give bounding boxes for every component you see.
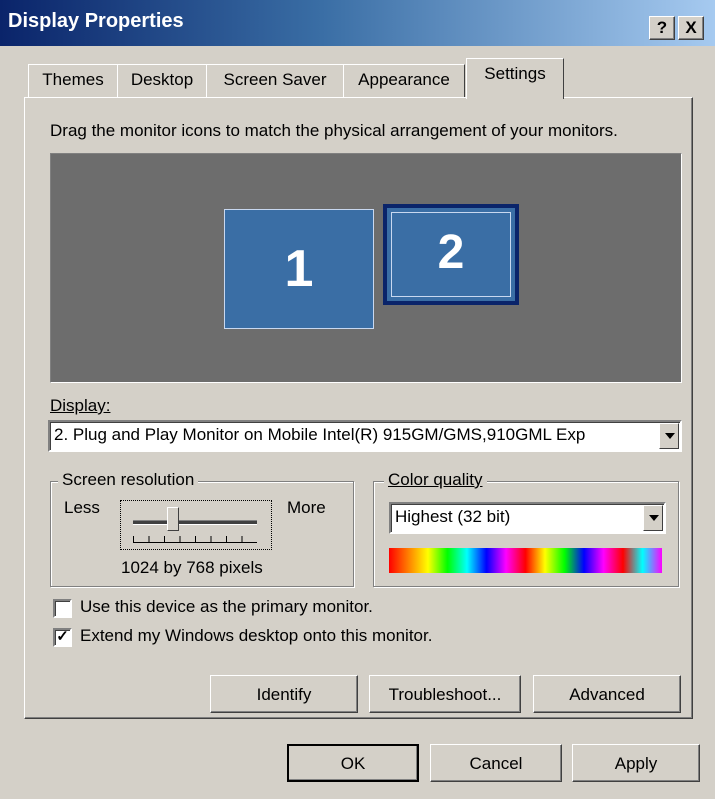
- troubleshoot-button[interactable]: Troubleshoot...: [369, 675, 521, 713]
- apply-button[interactable]: Apply: [572, 744, 700, 782]
- monitor-arrangement-area[interactable]: 1 2: [50, 153, 682, 383]
- display-select[interactable]: 2. Plug and Play Monitor on Mobile Intel…: [48, 420, 682, 452]
- tab-themes[interactable]: Themes: [28, 64, 118, 97]
- less-label: Less: [64, 498, 100, 517]
- tab-appearance[interactable]: Appearance: [343, 64, 465, 97]
- tab-desktop[interactable]: Desktop: [117, 64, 207, 97]
- tab-screen-saver[interactable]: Screen Saver: [206, 64, 344, 97]
- screen-resolution-legend: Screen resolution: [58, 470, 199, 490]
- color-quality-value: Highest (32 bit): [395, 507, 511, 526]
- instructions-text: Drag the monitor icons to match the phys…: [50, 121, 618, 140]
- resolution-value: 1024 by 768 pixels: [121, 558, 263, 577]
- monitor-2[interactable]: 2: [383, 204, 519, 305]
- title-bar[interactable]: Display Properties ? X: [0, 0, 715, 46]
- display-select-value: 2. Plug and Play Monitor on Mobile Intel…: [54, 425, 586, 444]
- monitor-1-number: 1: [284, 240, 314, 298]
- slider-ticks: [133, 536, 257, 543]
- slider-thumb[interactable]: [167, 507, 179, 531]
- monitor-1[interactable]: 1: [224, 209, 374, 329]
- help-button[interactable]: ?: [649, 16, 675, 40]
- primary-monitor-checkbox[interactable]: [53, 599, 72, 618]
- slider-track: [133, 520, 257, 525]
- window-title: Display Properties: [8, 10, 184, 32]
- color-quality-select[interactable]: Highest (32 bit): [389, 502, 666, 534]
- extend-desktop-checkbox[interactable]: ✓: [53, 628, 72, 647]
- close-button[interactable]: X: [678, 16, 704, 40]
- chevron-down-icon[interactable]: [659, 423, 679, 449]
- ok-button[interactable]: OK: [287, 744, 419, 782]
- cancel-button[interactable]: Cancel: [430, 744, 562, 782]
- display-properties-window: Display Properties ? X Themes Desktop Sc…: [0, 0, 715, 799]
- resolution-slider[interactable]: [120, 500, 272, 550]
- more-label: More: [287, 498, 326, 517]
- chevron-down-icon[interactable]: [643, 505, 663, 531]
- monitor-2-number: 2: [391, 212, 511, 297]
- primary-monitor-label[interactable]: Use this device as the primary monitor.: [80, 597, 373, 617]
- extend-desktop-label[interactable]: Extend my Windows desktop onto this moni…: [80, 626, 432, 646]
- color-spectrum-bar: [389, 548, 662, 573]
- advanced-button[interactable]: Advanced: [533, 675, 681, 713]
- color-quality-legend: Color quality: [384, 470, 487, 490]
- tab-settings[interactable]: Settings: [466, 58, 564, 99]
- identify-button[interactable]: Identify: [210, 675, 358, 713]
- display-label: Display:: [50, 396, 111, 415]
